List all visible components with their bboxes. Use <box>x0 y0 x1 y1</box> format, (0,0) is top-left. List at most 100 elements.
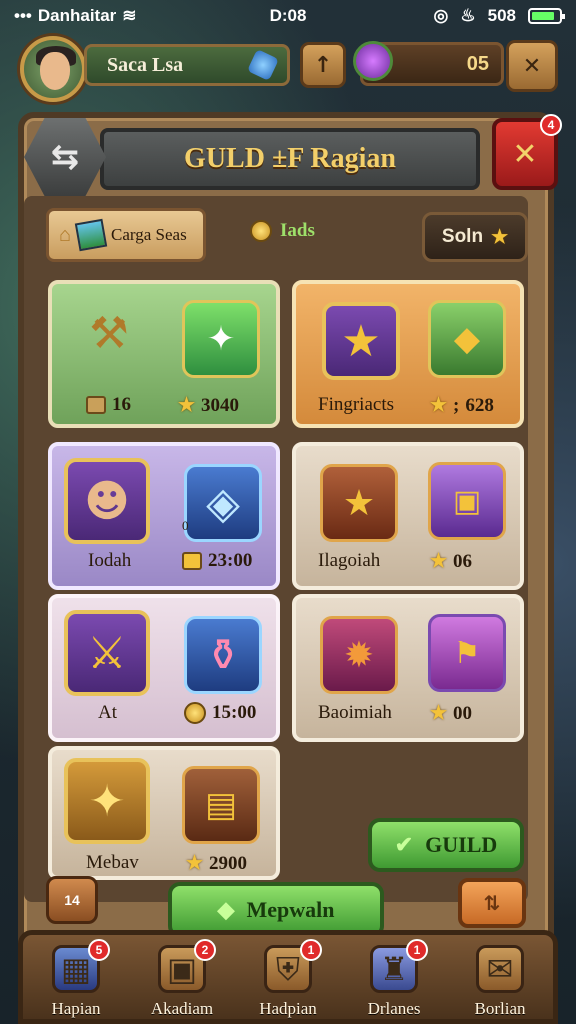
nav-item-hapian[interactable]: ▦ 5 Hapian <box>28 935 124 1019</box>
cannon-icon: ⚒ <box>89 307 129 359</box>
card-price: ★ 06 <box>430 550 473 573</box>
nav-label: Hadpian <box>259 999 317 1018</box>
filter-tab[interactable]: ⌂ Carga Seas <box>46 208 206 262</box>
scroll-icon <box>86 396 106 414</box>
card-price: 23:00 <box>182 550 252 572</box>
star-icon: ★ <box>178 395 196 416</box>
close-top-button[interactable]: ✕ <box>506 40 558 92</box>
relic-icon: ✹ <box>320 616 398 694</box>
card-tag: 0 <box>182 518 189 533</box>
shop-card[interactable]: ✹ ⚑ Baoimiah ★ 00 <box>292 594 524 742</box>
swap-arrows-icon: ⇅ <box>483 891 501 915</box>
card-label: Mebav <box>86 852 139 873</box>
nav-badge: 5 <box>88 939 110 961</box>
shield-icon: ♨ <box>460 6 476 25</box>
gem-icon <box>247 49 279 81</box>
card-label: Ilagoiah <box>318 550 381 571</box>
soln-label: Soln <box>441 226 484 247</box>
gold-star-emblem-icon: ✦ <box>64 758 150 844</box>
card-label: At <box>98 702 117 723</box>
panel-title: GULD ±F Ragian <box>100 128 480 190</box>
upgrade-button[interactable]: ↑ <box>300 42 346 88</box>
player-avatar[interactable] <box>20 36 86 102</box>
battery-text: 508 <box>487 6 516 25</box>
rune-frame-icon: ★ <box>322 302 400 380</box>
guild-button[interactable]: ✔ GUILD <box>368 818 524 872</box>
back-button[interactable]: ⇆ <box>24 118 106 196</box>
treasure-box-icon: ◆ <box>428 300 506 378</box>
potion-icon: ⚱ <box>184 616 262 694</box>
level-label: Iads <box>280 220 315 241</box>
nav-badge: 2 <box>194 939 216 961</box>
x-icon: ✕ <box>522 53 542 79</box>
shop-card[interactable]: ★ ▣ Ilagoiah ★ 06 <box>292 442 524 590</box>
star-icon: ★ <box>430 551 448 572</box>
nav-label: Hapian <box>51 999 101 1018</box>
tome-icon: ▤ <box>182 766 260 844</box>
leaf-icon: ◆ <box>217 897 235 922</box>
card-price: ★ 2900 <box>186 852 248 875</box>
top-bar: Saca Lsa ↑ 05 ✕ <box>14 32 562 102</box>
potion-icon <box>353 41 393 81</box>
crystal-icon: ◈ <box>184 464 262 542</box>
signal-icon: ••• <box>14 6 32 25</box>
nav-badge: 1 <box>300 939 322 961</box>
shop-card[interactable]: ⚔ ⚱ At 15:00 <box>48 594 280 742</box>
warrior-portrait-icon: ☻ <box>64 458 150 544</box>
nav-label: Borlian <box>474 999 526 1018</box>
sort-button[interactable]: ⇅ <box>458 878 526 928</box>
purple-chest-icon: ▣ <box>428 462 506 540</box>
shop-card[interactable]: ⚒ ✦ 16 ★ 3040 <box>48 280 280 428</box>
star-icon: ★ <box>491 226 509 248</box>
green-chest-icon: ✦ <box>182 300 260 378</box>
main-button-label: Mepwaln <box>246 897 335 922</box>
level-display: Iads <box>250 220 315 242</box>
card-price-2: ★ 3040 <box>178 394 240 417</box>
scroll-case-icon: ⚑ <box>428 614 506 692</box>
coin-icon <box>250 220 272 242</box>
cube-icon <box>74 218 108 252</box>
close-badge: 4 <box>540 114 562 136</box>
nav-item-akadiam[interactable]: ▣ 2 Akadiam <box>134 935 230 1019</box>
guild-button-label: GUILD <box>425 832 498 857</box>
filter-label: Carga Seas <box>111 225 187 244</box>
card-price: 16 <box>86 394 131 416</box>
wifi-icon: ≋ <box>122 6 137 25</box>
status-bar: ••• Danhaitar ≋ D:08 ◎ ♨ 508 <box>0 0 576 32</box>
panel-header: GULD ±F Ragian ⇆ ✕ 4 <box>18 114 562 200</box>
nav-label: Drlanes <box>367 999 421 1018</box>
shop-card[interactable]: ★ ◆ Fingriacts ★; 628 <box>292 280 524 428</box>
item-shortcut-button[interactable]: 14 <box>46 876 98 924</box>
coin-icon <box>184 702 206 724</box>
card-price: 15:00 <box>184 702 256 724</box>
player-name: Saca Lsa <box>107 54 184 76</box>
home-icon: ⌂ <box>59 223 72 246</box>
player-name-plate[interactable]: Saca Lsa <box>84 44 290 86</box>
star-icon: ★ <box>186 853 204 874</box>
card-label: Fingriacts <box>318 394 394 415</box>
swords-icon: ✕ <box>512 136 538 172</box>
currency-value: 05 <box>466 53 489 75</box>
currency-bar[interactable]: 05 <box>353 41 504 86</box>
soln-button[interactable]: Soln ★ <box>422 212 528 262</box>
alarm-icon: ◎ <box>433 6 449 25</box>
card-label: Baoimiah <box>318 702 392 723</box>
nav-item-drlanes[interactable]: ♜ 1 Drlanes <box>346 935 442 1019</box>
star-icon: ★ <box>430 703 448 724</box>
spellbook-icon: ★ <box>320 464 398 542</box>
carrier-label: Danhaitar <box>37 6 117 25</box>
arrows-icon: ⇆ <box>50 137 80 177</box>
shop-card[interactable]: ☻ ◈ Iodah 0 23:00 <box>48 442 280 590</box>
sword-emblem-icon: ⚔ <box>64 610 150 696</box>
arrow-icon: ↑ <box>313 52 333 78</box>
battery-icon <box>528 8 565 24</box>
star-icon: ★ <box>430 395 448 416</box>
ticket-icon <box>182 552 202 570</box>
card-price: ★; 628 <box>430 394 494 417</box>
nav-item-hadpian[interactable]: ⛨ 1 Hadpian <box>240 935 336 1019</box>
small-tag: 14 <box>64 892 80 908</box>
shop-card[interactable]: ✦ ▤ Mebav ★ 2900 <box>48 746 280 880</box>
nav-item-borlian[interactable]: ✉ Borlian <box>452 935 548 1019</box>
card-label: Iodah <box>88 550 132 571</box>
close-panel-button[interactable]: ✕ 4 <box>492 114 562 190</box>
